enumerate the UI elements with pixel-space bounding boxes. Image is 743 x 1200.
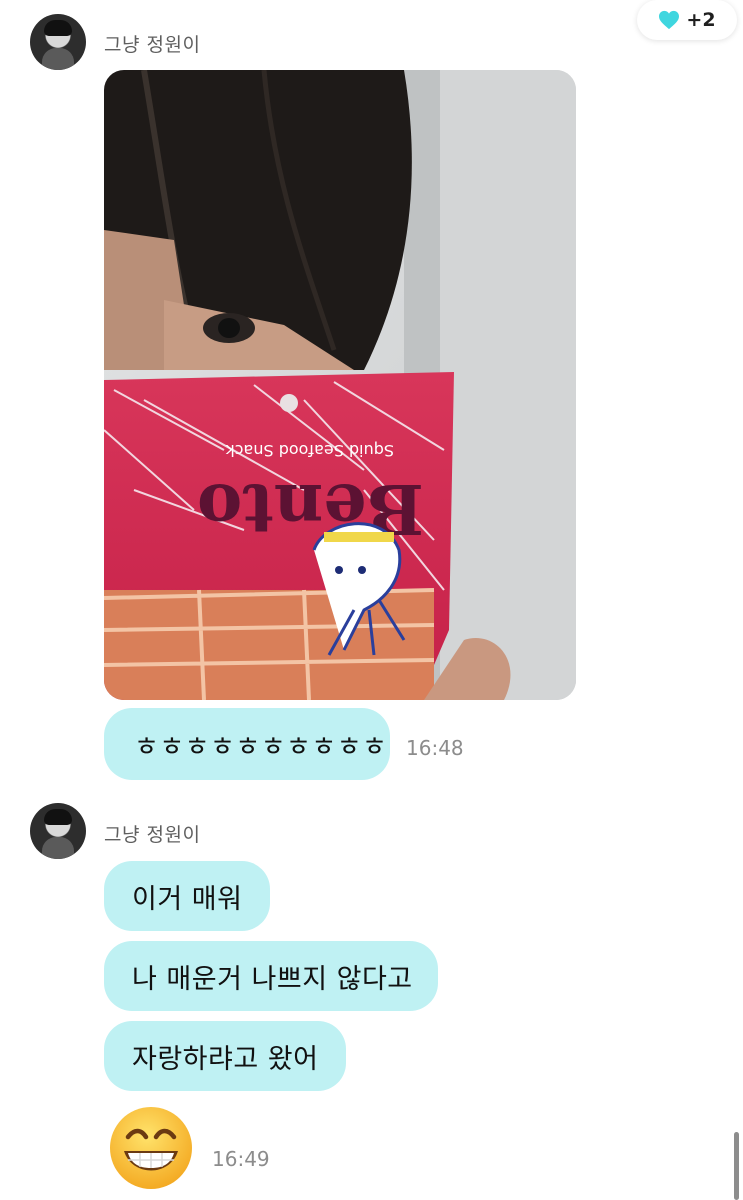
message-text: ㅎㅎㅎㅎㅎㅎㅎㅎㅎㅎ <box>134 731 388 763</box>
chat-screen: +2 그냥 정원이 Squid Seafood Snack Bento ㅎㅎㅎㅎ… <box>0 0 743 1200</box>
grinning-face-emoji[interactable] <box>108 1105 194 1191</box>
avatar-hair <box>44 809 72 825</box>
message-bubble[interactable]: 이거 매워 <box>104 861 270 931</box>
svg-text:Squid Seafood Snack: Squid Seafood Snack <box>225 441 394 460</box>
avatar-hair <box>44 20 72 36</box>
sender-name: 그냥 정원이 <box>104 34 201 56</box>
reaction-count: +2 <box>686 9 716 31</box>
message-bubble[interactable]: 자랑하랴고 왔어 <box>104 1021 346 1091</box>
message-text: 자랑하랴고 왔어 <box>132 1043 319 1075</box>
photo-image: Squid Seafood Snack Bento <box>104 70 576 700</box>
reaction-badge[interactable]: +2 <box>637 0 737 40</box>
message-text: 나 매운거 나쁘지 않다고 <box>132 963 413 995</box>
message-time: 16:48 <box>406 736 464 760</box>
message-bubble[interactable]: 나 매운거 나쁘지 않다고 <box>104 941 438 1011</box>
avatar[interactable] <box>30 14 86 70</box>
message-bubble[interactable]: ㅎㅎㅎㅎㅎㅎㅎㅎㅎㅎ <box>104 708 390 780</box>
sender-name: 그냥 정원이 <box>104 824 201 846</box>
message-text: 이거 매워 <box>132 883 243 915</box>
photo-message[interactable]: Squid Seafood Snack Bento <box>104 70 576 700</box>
heart-icon <box>659 10 680 30</box>
scrollbar[interactable] <box>734 1132 739 1200</box>
avatar[interactable] <box>30 803 86 859</box>
message-time: 16:49 <box>212 1147 270 1171</box>
